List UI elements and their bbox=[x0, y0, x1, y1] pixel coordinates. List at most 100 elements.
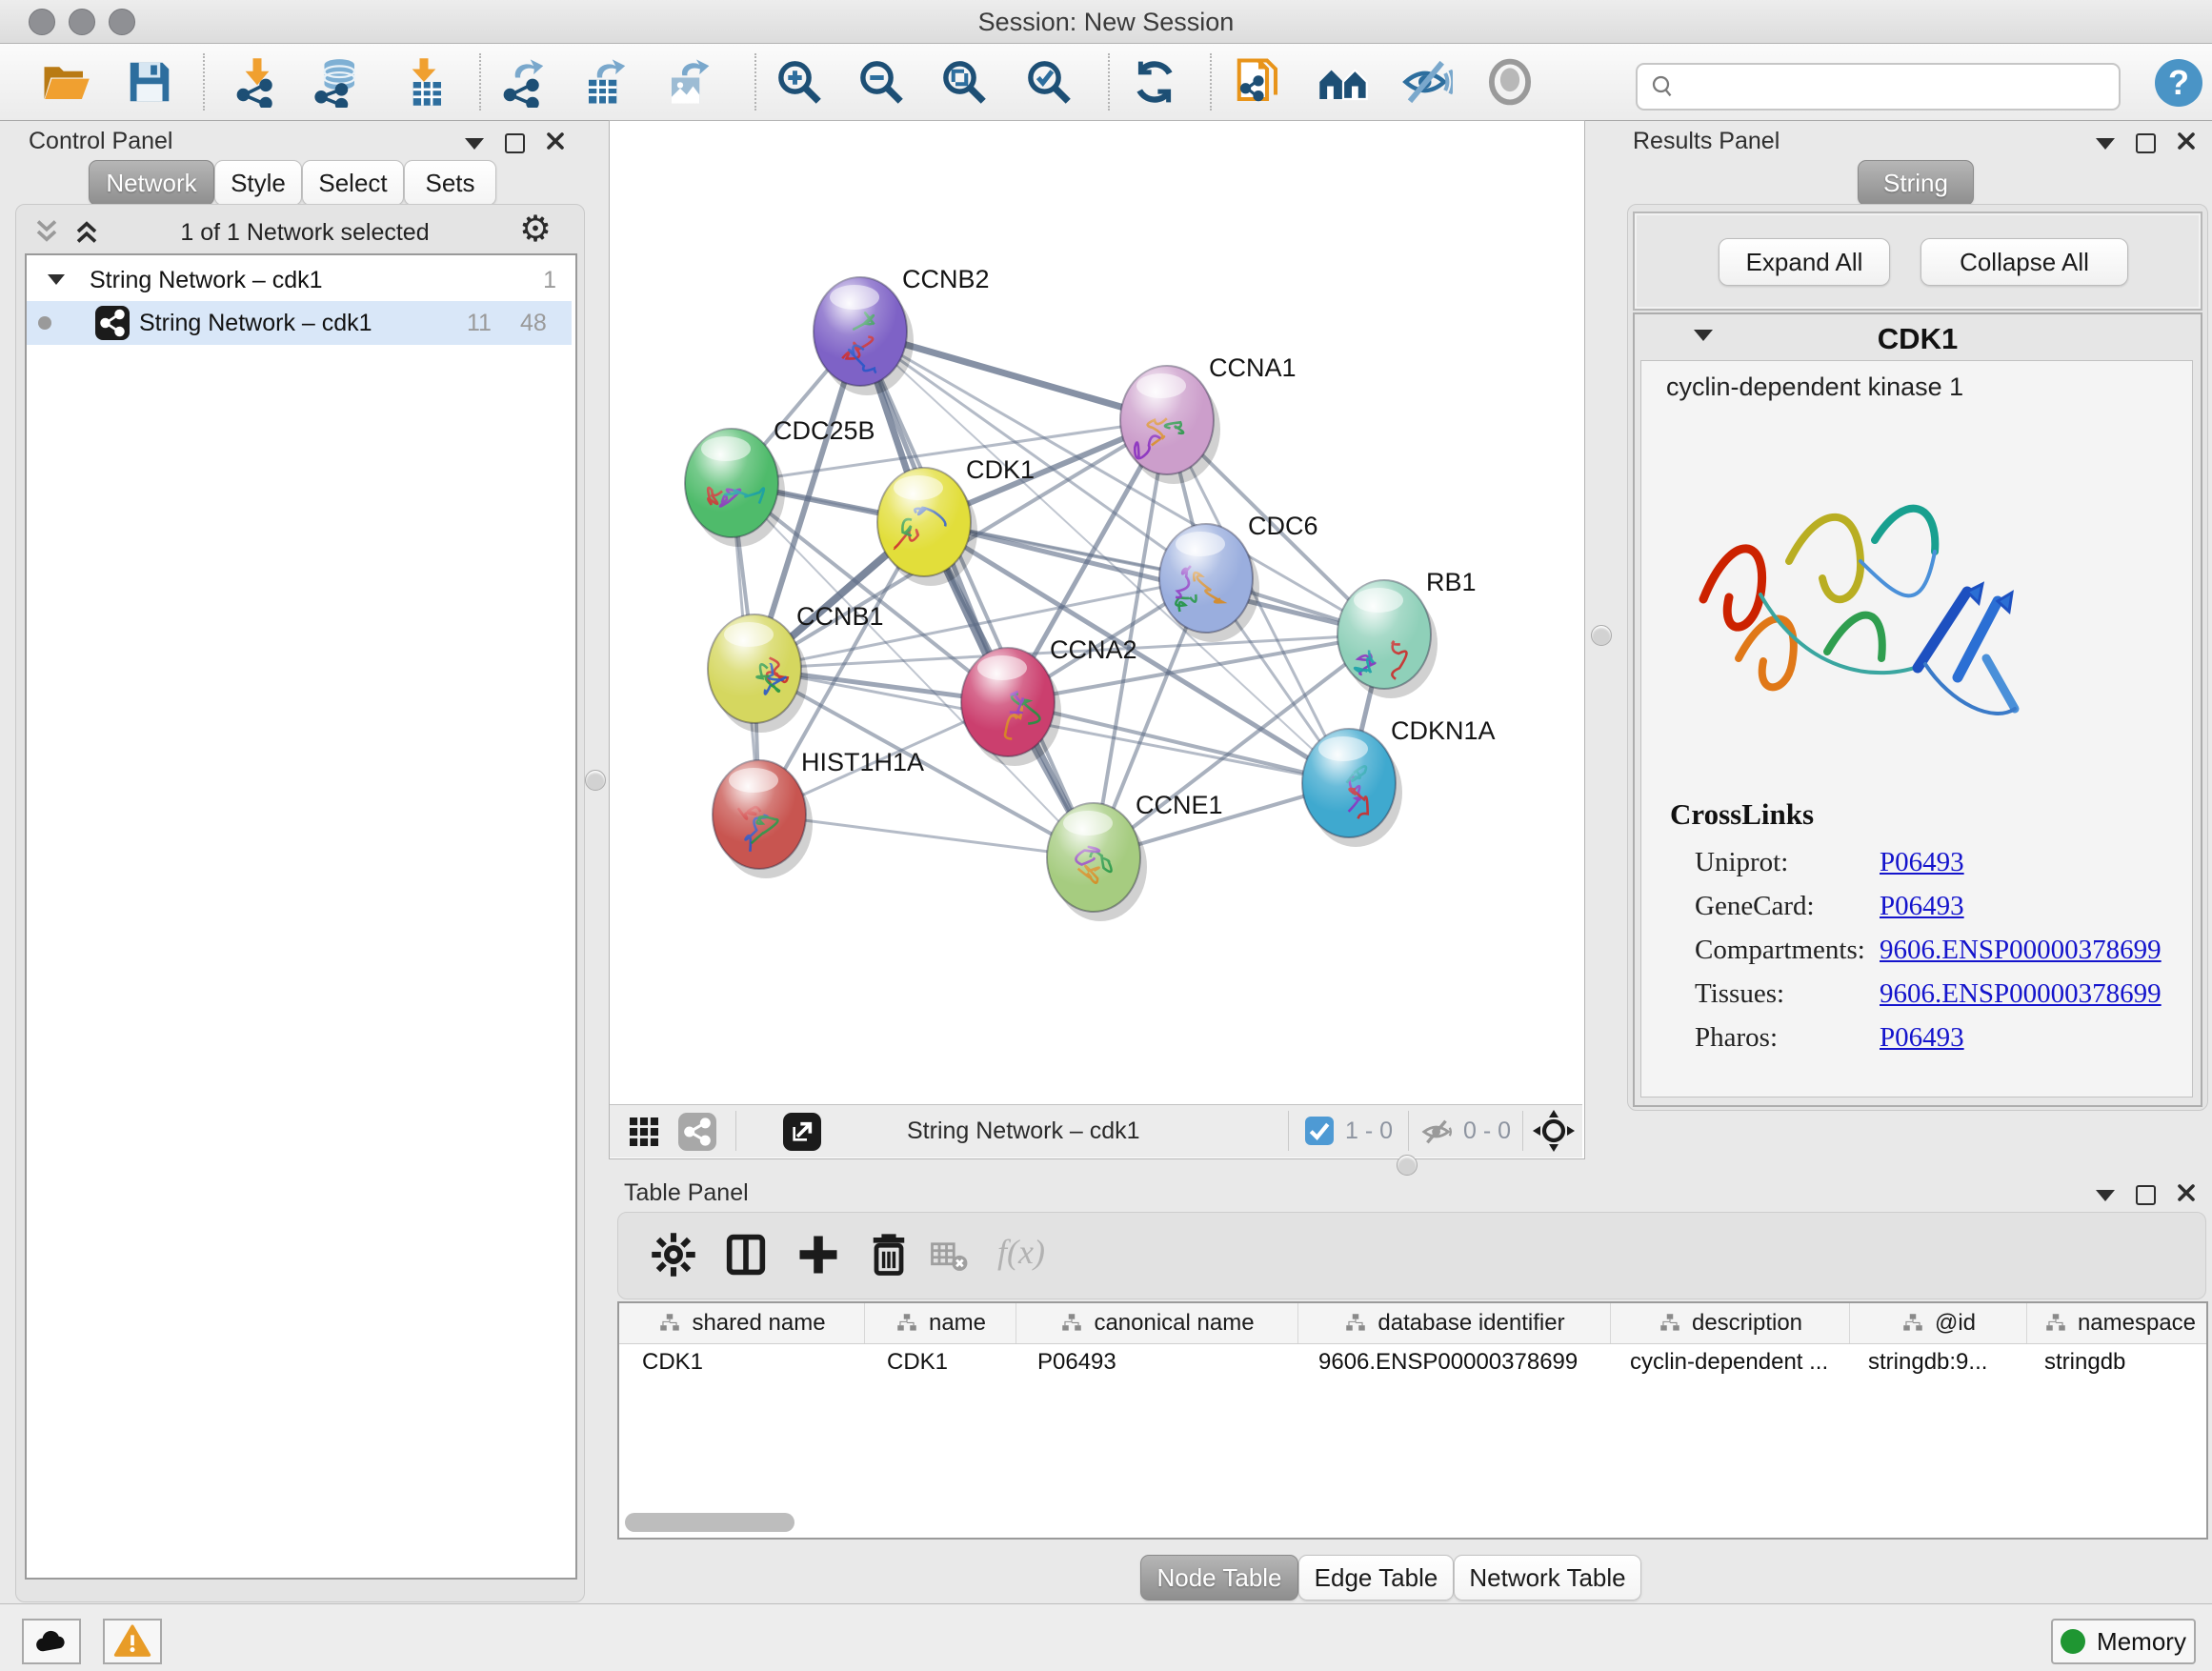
search-input[interactable] bbox=[1687, 69, 2110, 103]
tab-sets[interactable]: Sets bbox=[404, 160, 496, 206]
close-panel-icon[interactable] bbox=[546, 131, 565, 155]
crosslink-link[interactable]: P06493 bbox=[1880, 847, 1964, 878]
network-tree-child-row[interactable]: String Network – cdk1 11 48 bbox=[27, 301, 572, 345]
crosslink-link[interactable]: 9606.ENSP00000378699 bbox=[1880, 935, 2162, 966]
float-panel-icon[interactable] bbox=[505, 133, 525, 153]
tab-network-table[interactable]: Network Table bbox=[1454, 1555, 1641, 1601]
tree-collapse-icon[interactable] bbox=[48, 274, 65, 285]
export-image-icon[interactable] bbox=[663, 56, 714, 108]
import-network-icon[interactable] bbox=[231, 56, 283, 108]
network-node-CCNA1[interactable] bbox=[1120, 366, 1220, 484]
tab-string[interactable]: String bbox=[1858, 160, 1974, 206]
table-gear-icon[interactable] bbox=[649, 1230, 698, 1279]
hide-panel-eye-icon[interactable] bbox=[1401, 56, 1453, 108]
network-node-RB1[interactable] bbox=[1337, 580, 1438, 698]
string-protein-query-icon[interactable] bbox=[1233, 56, 1284, 108]
network-node-CDC6[interactable] bbox=[1159, 524, 1259, 642]
network-node-CCNA2[interactable] bbox=[961, 648, 1061, 766]
hidden-eye-icon bbox=[1421, 1116, 1454, 1148]
network-node-CDKN1A[interactable] bbox=[1302, 729, 1402, 847]
column-header-description[interactable]: description bbox=[1611, 1303, 1850, 1343]
table-cell[interactable]: 9606.ENSP00000378699 bbox=[1296, 1349, 1607, 1376]
cloud-button[interactable] bbox=[22, 1619, 81, 1664]
import-database-icon[interactable] bbox=[312, 56, 363, 108]
node-highlight bbox=[701, 436, 751, 461]
tab-style[interactable]: Style bbox=[214, 160, 302, 206]
help-icon[interactable]: ? bbox=[2155, 59, 2202, 107]
string-network-icon bbox=[95, 306, 130, 340]
save-session-icon[interactable] bbox=[124, 56, 175, 108]
column-header-canonical-name[interactable]: canonical name bbox=[1016, 1303, 1298, 1343]
table-cell[interactable]: P06493 bbox=[1015, 1349, 1296, 1376]
network-tree-root-row[interactable]: String Network – cdk1 1 bbox=[27, 259, 572, 301]
column-header-name[interactable]: name bbox=[865, 1303, 1016, 1343]
close-panel-icon[interactable] bbox=[2177, 1183, 2196, 1207]
node-label-CCNB2: CCNB2 bbox=[902, 265, 990, 293]
export-table-icon[interactable] bbox=[580, 56, 632, 108]
table-horizontal-scrollbar[interactable] bbox=[625, 1513, 794, 1532]
zoom-in-icon[interactable] bbox=[774, 56, 825, 108]
network-node-CDC25B[interactable] bbox=[685, 429, 785, 547]
network-node-HIST1H1A[interactable] bbox=[713, 760, 813, 878]
search-box bbox=[1636, 63, 2121, 111]
right-splitter-handle[interactable] bbox=[1591, 625, 1612, 646]
crosslink-link[interactable]: P06493 bbox=[1880, 1022, 1964, 1054]
zoom-fit-icon[interactable] bbox=[938, 56, 990, 108]
control-panel-title: Control Panel bbox=[29, 128, 172, 155]
open-session-icon[interactable] bbox=[40, 56, 91, 108]
network-node-CCNE1[interactable] bbox=[1047, 803, 1147, 921]
memory-label: Memory bbox=[2097, 1627, 2186, 1657]
table-cell[interactable]: CDK1 bbox=[864, 1349, 1015, 1376]
column-header-shared-name[interactable]: shared name bbox=[619, 1303, 865, 1343]
zoom-out-icon[interactable] bbox=[855, 56, 907, 108]
collapse-all-networks-icon[interactable] bbox=[32, 217, 61, 246]
show-columns-icon[interactable] bbox=[721, 1230, 771, 1279]
expand-all-button[interactable]: Expand All bbox=[1719, 238, 1890, 286]
panel-menu-icon[interactable] bbox=[465, 138, 484, 150]
bottom-splitter-handle[interactable] bbox=[1397, 1155, 1418, 1176]
refresh-icon[interactable] bbox=[1129, 56, 1180, 108]
crosslink-link[interactable]: 9606.ENSP00000378699 bbox=[1880, 978, 2162, 1010]
tab-edge-table[interactable]: Edge Table bbox=[1298, 1555, 1454, 1601]
zoom-selected-icon[interactable] bbox=[1023, 56, 1075, 108]
tab-select[interactable]: Select bbox=[302, 160, 404, 206]
gene-section-header[interactable]: CDK1 bbox=[1635, 314, 2201, 358]
network-thumbnail-icon[interactable] bbox=[678, 1113, 716, 1151]
expand-all-networks-icon[interactable] bbox=[72, 217, 101, 246]
network-options-gear-icon[interactable]: ⚙ bbox=[519, 211, 552, 248]
memory-button[interactable]: Memory bbox=[2051, 1619, 2196, 1664]
column-header-namespace[interactable]: namespace bbox=[2027, 1303, 2208, 1343]
network-canvas[interactable]: CCNB2CCNA1CDC25BCDK1CDC6RB1CCNB1CCNA2CDK… bbox=[610, 121, 1582, 1104]
table-cell[interactable]: stringdb:9... bbox=[1845, 1349, 2021, 1376]
bird-eye-icon[interactable] bbox=[1484, 56, 1536, 108]
grid-view-icon[interactable] bbox=[627, 1115, 661, 1149]
collapse-all-button[interactable]: Collapse All bbox=[1920, 238, 2128, 286]
close-panel-icon[interactable] bbox=[2177, 131, 2196, 155]
export-network-icon[interactable] bbox=[498, 56, 550, 108]
selected-checkbox-icon[interactable] bbox=[1305, 1117, 1334, 1145]
float-panel-icon[interactable] bbox=[2136, 133, 2156, 153]
column-header-database-identifier[interactable]: database identifier bbox=[1298, 1303, 1611, 1343]
warning-button[interactable] bbox=[103, 1619, 162, 1664]
network-node-CDK1[interactable] bbox=[877, 468, 977, 586]
column-header-@id[interactable]: @id bbox=[1850, 1303, 2027, 1343]
float-panel-icon[interactable] bbox=[2136, 1185, 2156, 1205]
table-cell[interactable]: stringdb bbox=[2021, 1349, 2206, 1376]
tab-node-table[interactable]: Node Table bbox=[1140, 1555, 1298, 1601]
add-column-icon[interactable] bbox=[794, 1230, 843, 1279]
open-in-window-icon[interactable] bbox=[783, 1113, 821, 1151]
tab-network[interactable]: Network bbox=[89, 160, 214, 206]
panel-menu-icon[interactable] bbox=[2096, 1190, 2115, 1201]
reposition-crosshair-icon[interactable] bbox=[1532, 1109, 1576, 1153]
network-node-CCNB2[interactable] bbox=[814, 277, 914, 395]
network-edge[interactable] bbox=[860, 332, 1094, 857]
table-cell[interactable]: cyclin-dependent ... bbox=[1607, 1349, 1845, 1376]
table-cell[interactable]: CDK1 bbox=[619, 1349, 864, 1376]
home-icon[interactable] bbox=[1317, 56, 1369, 108]
table-row[interactable]: CDK1CDK1P064939606.ENSP00000378699cyclin… bbox=[619, 1344, 2206, 1380]
panel-menu-icon[interactable] bbox=[2096, 138, 2115, 150]
left-splitter-handle[interactable] bbox=[585, 770, 606, 791]
delete-column-icon[interactable] bbox=[864, 1230, 914, 1279]
crosslink-link[interactable]: P06493 bbox=[1880, 891, 1964, 922]
import-table-icon[interactable] bbox=[398, 56, 450, 108]
